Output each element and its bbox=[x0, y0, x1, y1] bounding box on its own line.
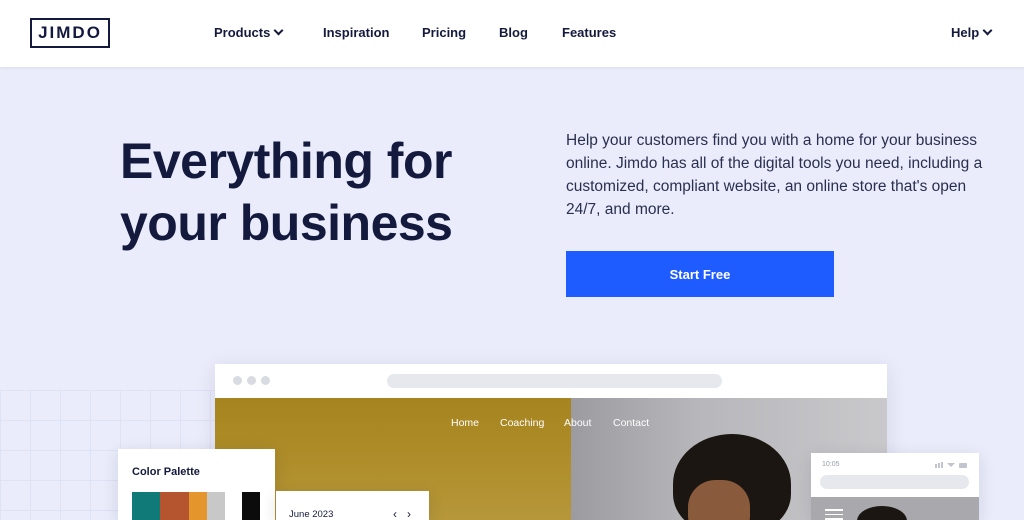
phone-status-icons bbox=[935, 462, 967, 468]
site-header: JIMDO Products Inspiration Pricing Blog … bbox=[0, 0, 1024, 67]
color-swatch bbox=[242, 492, 260, 520]
color-swatch bbox=[207, 492, 225, 520]
nav-features-label: Features bbox=[562, 25, 617, 40]
nav-inspiration-label: Inspiration bbox=[323, 25, 390, 40]
sample-nav-contact: Contact bbox=[613, 417, 650, 429]
sample-nav-about: About bbox=[564, 417, 592, 429]
browser-toolbar bbox=[215, 364, 887, 398]
phone-clock: 10:05 bbox=[822, 461, 840, 468]
nav-help-label: Help bbox=[951, 25, 980, 40]
hero-title: Everything for your business bbox=[120, 130, 500, 254]
nav-blog-label: Blog bbox=[499, 25, 528, 40]
nav-pricing-label: Pricing bbox=[422, 25, 467, 40]
window-dot-icon bbox=[233, 376, 242, 385]
chevron-down-icon bbox=[982, 25, 993, 36]
phone-url-bar bbox=[820, 475, 969, 489]
chevron-left-icon[interactable]: ‹ bbox=[393, 507, 397, 520]
calendar-card: June 2023 ‹ › bbox=[276, 491, 429, 520]
jimdo-logo[interactable]: JIMDO bbox=[30, 18, 110, 48]
person-face bbox=[688, 480, 750, 520]
hero-title-line-2: your business bbox=[120, 195, 453, 251]
sample-nav-coaching: Coaching bbox=[500, 417, 545, 429]
hamburger-menu-icon bbox=[825, 509, 843, 520]
nav-inspiration[interactable]: Inspiration bbox=[323, 25, 389, 40]
window-dot-icon bbox=[247, 376, 256, 385]
browser-url-bar bbox=[387, 374, 722, 388]
color-swatch bbox=[189, 492, 207, 520]
chevron-down-icon bbox=[273, 25, 284, 36]
nav-help[interactable]: Help bbox=[951, 25, 993, 40]
color-swatch bbox=[132, 492, 160, 520]
nav-blog[interactable]: Blog bbox=[499, 25, 528, 40]
nav-products[interactable]: Products bbox=[214, 25, 284, 40]
color-palette-card: Color Palette bbox=[118, 449, 275, 520]
start-free-button[interactable]: Start Free bbox=[566, 251, 834, 297]
nav-features[interactable]: Features bbox=[562, 25, 616, 40]
color-palette-title: Color Palette bbox=[132, 466, 200, 478]
window-dot-icon bbox=[261, 376, 270, 385]
chevron-right-icon[interactable]: › bbox=[407, 507, 411, 520]
hero-description: Help your customers find you with a home… bbox=[566, 132, 983, 218]
nav-pricing[interactable]: Pricing bbox=[422, 25, 466, 40]
color-swatch bbox=[160, 492, 189, 520]
nav-products-label: Products bbox=[214, 25, 271, 40]
hero-title-line-1: Everything for bbox=[120, 133, 452, 189]
sample-nav-home: Home bbox=[451, 417, 480, 429]
phone-mockup: 10:05 bbox=[811, 453, 979, 520]
calendar-month-label: June 2023 bbox=[289, 509, 334, 520]
